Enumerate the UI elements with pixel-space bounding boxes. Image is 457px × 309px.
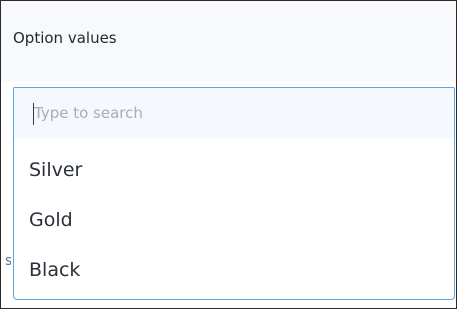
text-caret (33, 103, 34, 125)
option-gold[interactable]: Gold (29, 209, 73, 231)
option-values-panel: Option values s Silver Gold Black (0, 0, 457, 309)
option-silver[interactable]: Silver (29, 159, 82, 181)
search-input[interactable] (14, 88, 454, 138)
option-black[interactable]: Black (29, 259, 80, 281)
background-text-fragment: s (5, 253, 11, 267)
options-dropdown: Silver Gold Black (13, 138, 455, 300)
field-header: Option values (1, 1, 456, 81)
field-label: Option values (13, 29, 117, 47)
search-box[interactable] (13, 87, 455, 139)
